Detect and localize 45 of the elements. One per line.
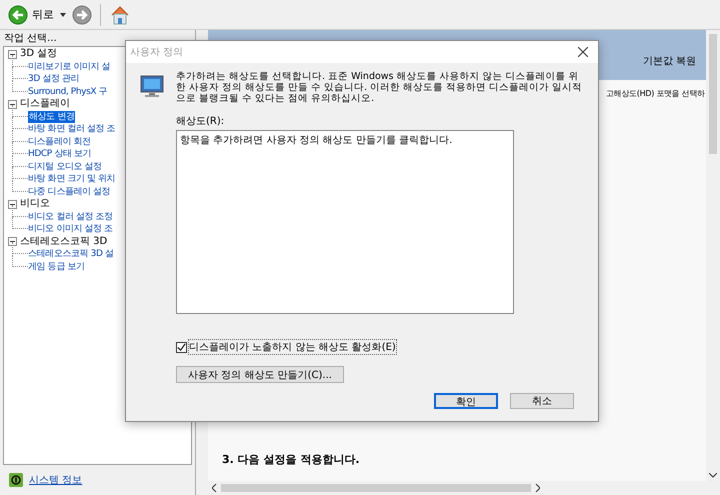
monitor-icon xyxy=(140,75,164,99)
tree-item[interactable]: 바탕 화면 크기 및 위치 xyxy=(28,173,116,186)
tree-item[interactable]: 디스플레이 회전 xyxy=(28,136,91,148)
tree-item[interactable]: 다중 디스플레이 설정 xyxy=(28,186,110,198)
back-button[interactable]: 뒤로 xyxy=(8,4,54,24)
home-icon[interactable] xyxy=(109,4,131,26)
tree-item[interactable]: 비디오 컬러 설정 조정 xyxy=(28,210,113,223)
tree-item[interactable]: 3D 설정 관리 xyxy=(28,73,80,86)
tree-item[interactable]: 해상도 변경 xyxy=(28,110,76,123)
dialog-button[interactable]: 취소 xyxy=(510,393,574,409)
tree-category[interactable]: 비디오 xyxy=(20,198,50,210)
enable-resolutions-checkbox[interactable]: 디스플레이가 노출하지 않는 해상도 활성화(E) xyxy=(176,340,598,354)
scroll-thumb[interactable] xyxy=(709,34,717,154)
tree-item[interactable]: 디지털 오디오 설정 xyxy=(28,160,102,173)
resolution-list[interactable]: 항목을 추가하려면 사용자 정의 해상도 만들기를 클릭합니다. xyxy=(176,130,514,314)
dialog-button[interactable]: 확인 xyxy=(434,393,498,409)
collapse-icon[interactable] xyxy=(8,50,17,59)
tree-item[interactable]: HDCP 상태 보기 xyxy=(28,148,92,160)
system-info-link[interactable]: 시스템 정보 xyxy=(29,473,82,487)
dropdown-caret-icon[interactable] xyxy=(60,12,66,16)
list-message: 항목을 추가하려면 사용자 정의 해상도 만들기를 클릭합니다. xyxy=(180,135,452,146)
dialog-title: 사용자 정의 xyxy=(130,46,184,59)
tree-item[interactable]: 미리보기로 이미지 설 xyxy=(28,60,110,73)
tree-item[interactable]: 비디오 이미지 설정 조 xyxy=(28,223,113,236)
tree-category[interactable]: 3D 설정 xyxy=(20,48,58,60)
collapse-icon[interactable] xyxy=(8,237,17,246)
step-heading: 3. 다음 설정을 적용합니다. xyxy=(221,452,360,468)
scroll-thumb[interactable] xyxy=(221,484,531,492)
collapse-icon[interactable] xyxy=(8,100,17,109)
checkbox[interactable] xyxy=(176,342,187,352)
restore-defaults-link[interactable]: 기본값 복원 xyxy=(642,54,696,68)
panel-header: 작업 선택... xyxy=(3,32,58,46)
collapse-icon[interactable] xyxy=(8,200,17,209)
list-label: 해상도(R): xyxy=(176,115,226,128)
tree-category[interactable]: 디스플레이 xyxy=(20,98,70,110)
info-icon xyxy=(9,473,23,487)
create-resolution-button[interactable]: 사용자 정의 해상도 만들기(C)... xyxy=(176,366,344,383)
dialog-description: 추가하려는 해상도를 선택합니다. 표준 Windows 해상도를 사용하지 않는 디스플레이를 위한 사용자 정의 해상도를 만들 수 있습니다. 이러한 해상도를 적용하면 디스플레이가 일시적으로 블랭크될 수 있다는 점에 유의하십시오. xyxy=(176,71,584,104)
tree-item[interactable]: 바탕 화면 컬러 설정 조 xyxy=(28,123,116,136)
close-icon[interactable] xyxy=(578,47,588,57)
tree-item[interactable]: Surround, PhysX 구 xyxy=(28,86,108,98)
description-text: 고해상도(HD) 포맷을 선택하 xyxy=(606,89,705,98)
tree-category[interactable]: 스테레오스코픽 3D xyxy=(20,236,108,248)
tree-item[interactable]: 게임 등급 보기 xyxy=(28,260,85,273)
tree-item[interactable]: 스테레오스코픽 3D 설 xyxy=(28,248,114,260)
